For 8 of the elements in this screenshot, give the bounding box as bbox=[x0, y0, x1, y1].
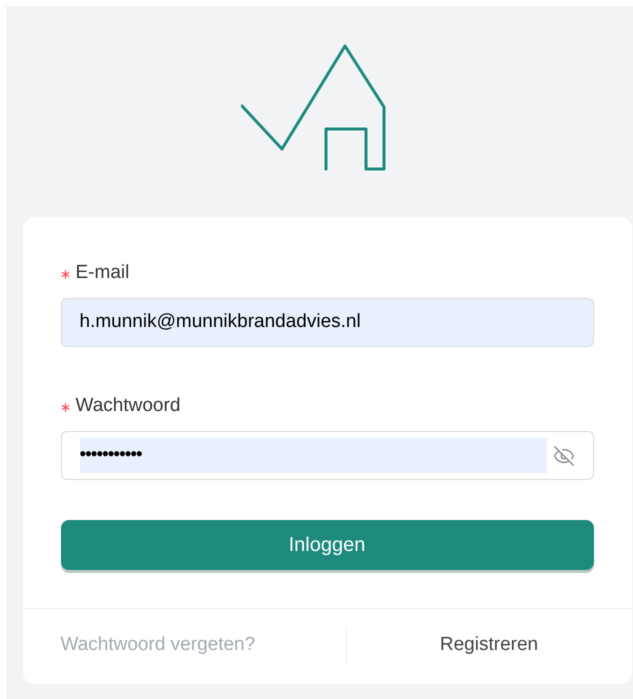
hide-password-icon[interactable] bbox=[552, 444, 574, 466]
house-check-logo-icon bbox=[240, 44, 388, 172]
field-label: E-mail bbox=[76, 260, 130, 285]
field-label: Wachtwoord bbox=[76, 394, 180, 418]
register-link[interactable]: Registreren bbox=[440, 631, 538, 660]
login-button[interactable]: Inloggen bbox=[60, 520, 594, 570]
email-field[interactable]: h.munnik@munnikbrandadvies.nl bbox=[60, 298, 594, 347]
password-field[interactable]: ••••••••••• bbox=[60, 431, 594, 480]
